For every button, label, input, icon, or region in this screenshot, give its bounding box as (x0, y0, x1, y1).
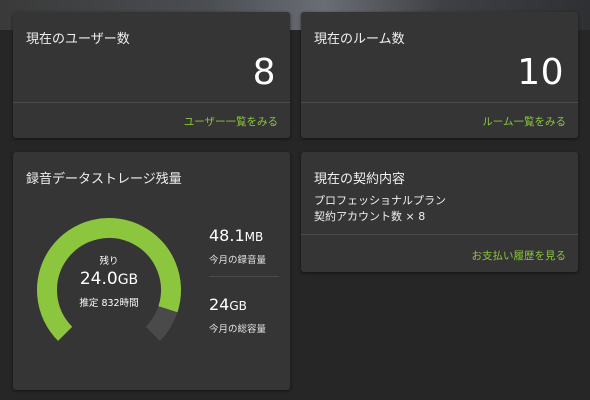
divider (301, 234, 578, 235)
room-count: 10 (517, 52, 564, 93)
contract-card-title: 現在の契約内容 (314, 172, 406, 187)
users-card-title: 現在のユーザー数 (26, 32, 130, 47)
monthly-capacity-label: 今月の総容量 (209, 324, 267, 335)
monthly-capacity-number: 24 (209, 295, 230, 314)
monthly-recording-value: 48.1MB (209, 226, 263, 245)
view-rooms-link[interactable]: ルーム一覧をみる (482, 114, 566, 129)
gauge-remaining-unit: GB (117, 272, 139, 288)
storage-card-title: 録音データストレージ残量 (26, 172, 182, 187)
divider (13, 102, 290, 103)
monthly-recording-number: 48.1 (209, 226, 245, 245)
gauge-estimate: 推定 832時間 (79, 298, 139, 309)
gauge-remaining-label: 残り (99, 256, 119, 267)
users-card: 現在のユーザー数 8 ユーザー一覧をみる (13, 12, 290, 138)
contract-accounts: 契約アカウント数 × 8 (314, 210, 426, 223)
divider (301, 102, 578, 103)
user-count: 8 (252, 52, 276, 93)
stat-divider (209, 276, 279, 277)
gauge-remaining-number: 24.0 (79, 269, 118, 289)
gauge-remaining-value: 24.0GB (59, 269, 159, 289)
payment-history-link[interactable]: お支払い履歴を見る (472, 248, 567, 263)
monthly-recording-unit: MB (244, 230, 264, 244)
view-users-link[interactable]: ユーザー一覧をみる (184, 114, 278, 129)
monthly-capacity-unit: GB (229, 299, 247, 313)
contract-plan: プロフェッショナルプラン (314, 194, 446, 207)
rooms-card: 現在のルーム数 10 ルーム一覧をみる (301, 12, 578, 138)
storage-card: 録音データストレージ残量 残り 24.0GB 推定 832時間 48.1MB 今… (13, 152, 290, 390)
monthly-capacity-value: 24GB (209, 295, 247, 314)
contract-card: 現在の契約内容 プロフェッショナルプラン 契約アカウント数 × 8 お支払い履歴… (301, 152, 578, 272)
monthly-recording-label: 今月の録音量 (209, 255, 267, 266)
rooms-card-title: 現在のルーム数 (314, 32, 405, 47)
